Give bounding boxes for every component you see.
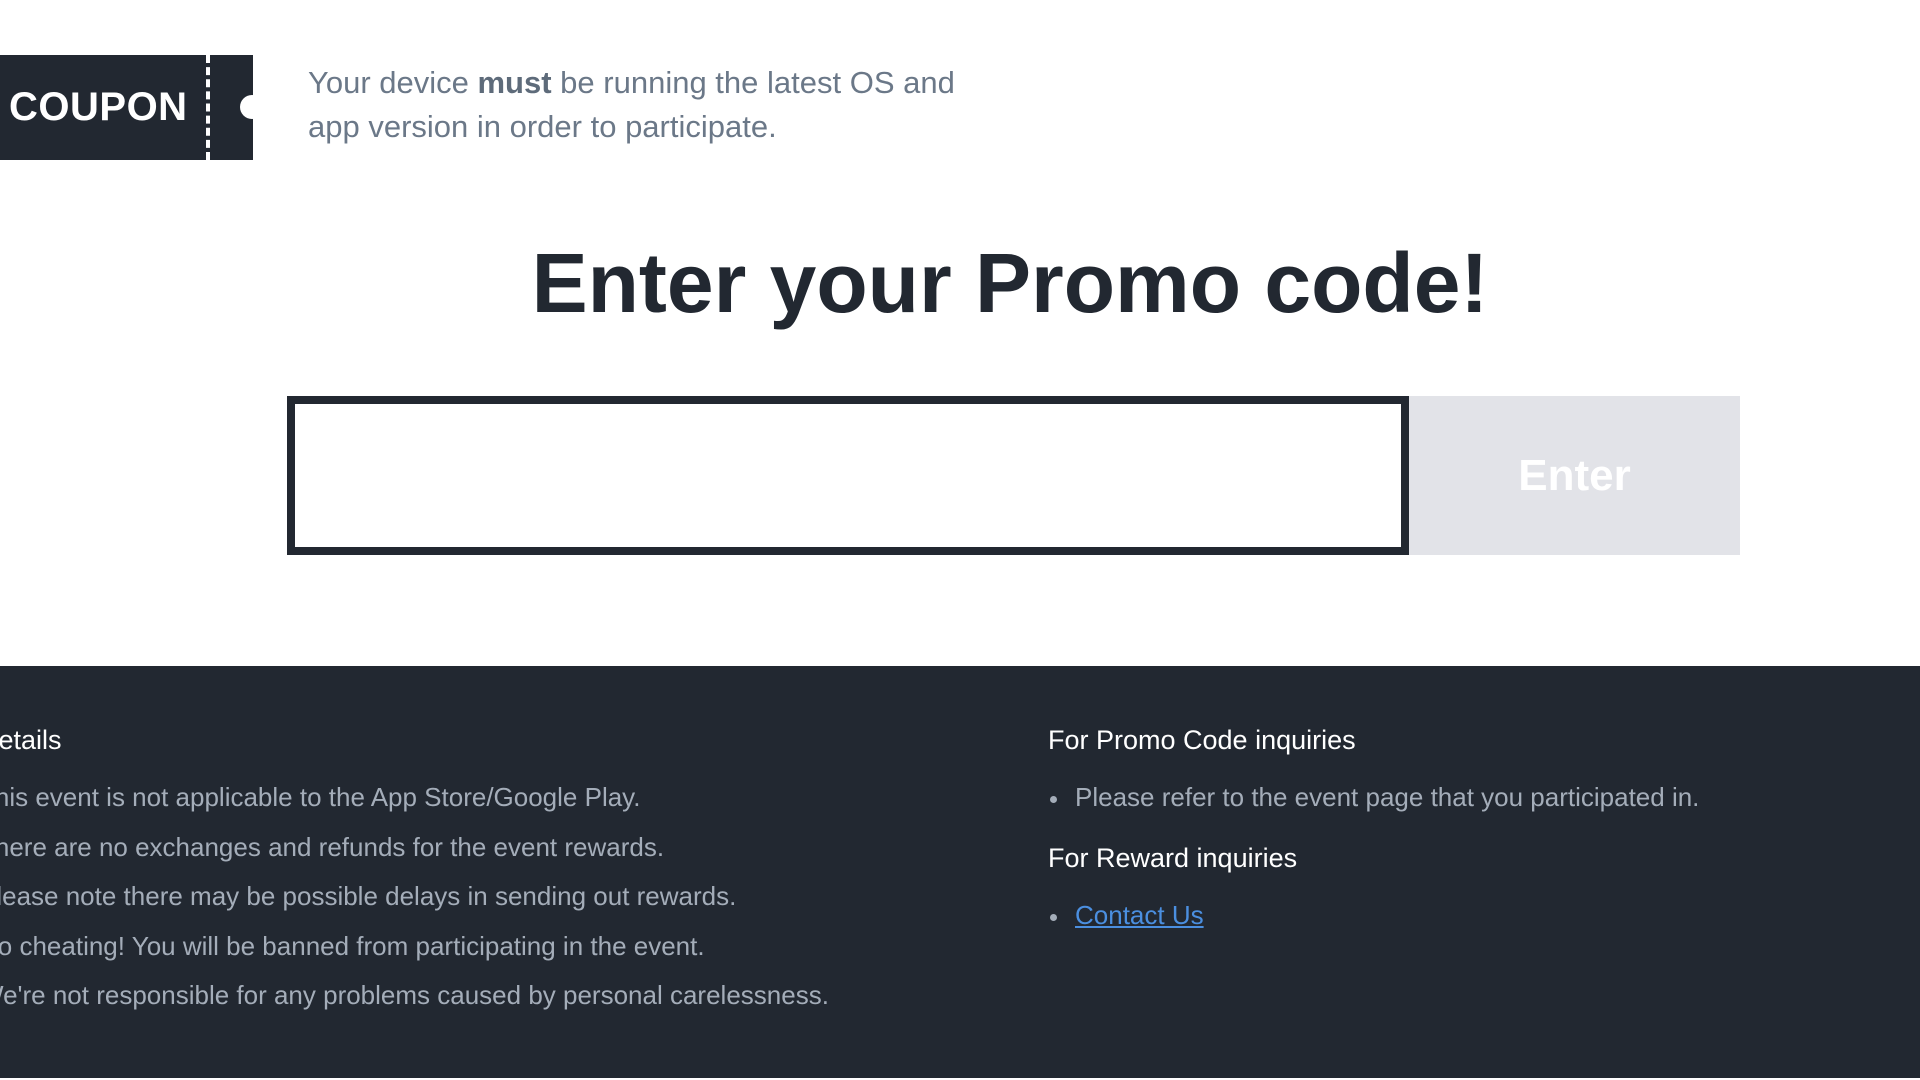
list-item: There are no exchanges and refunds for t… — [0, 831, 665, 862]
coupon-ticket-icon — [240, 95, 264, 119]
promo-inquiries-title: For Promo Code inquiries — [1048, 725, 1356, 755]
page-title: Enter your Promo code! — [531, 236, 1489, 330]
promo-code-input[interactable] — [287, 396, 1409, 555]
coupon-label: COUPON — [9, 85, 188, 129]
coupon-perforation — [206, 55, 210, 160]
footer: Details This event is not applicable to … — [0, 666, 1920, 1078]
notice-emphasis: must — [477, 65, 552, 100]
list-item: Contact Us — [1048, 891, 1908, 941]
list-item: Please refer to the event page that you … — [1048, 773, 1908, 823]
reward-inquiries-list: Contact Us — [1048, 891, 1908, 941]
contact-us-link[interactable]: Contact Us — [1075, 900, 1204, 930]
details-list: This event is not applicable to the App … — [0, 773, 959, 1021]
list-item: No cheating! You will be banned from par… — [0, 930, 705, 961]
details-section: Details This event is not applicable to … — [0, 723, 959, 1021]
promo-page: COUPON Your device must be running the l… — [0, 0, 1920, 1080]
notice-prefix: Your device — [308, 65, 478, 100]
list-item: We're not responsible for any problems c… — [0, 980, 829, 1010]
list-item: This event is not applicable to the App … — [0, 782, 641, 812]
promo-inquiries-list: Please refer to the event page that you … — [1048, 773, 1908, 823]
enter-button[interactable]: Enter — [1409, 396, 1740, 555]
inquiries-section: For Promo Code inquiries Please refer to… — [1048, 723, 1908, 940]
details-title: Details — [0, 725, 62, 755]
coupon-badge: COUPON — [0, 55, 264, 160]
list-item: Please note there may be possible delays… — [0, 881, 737, 911]
reward-inquiries-title: For Reward inquiries — [1048, 842, 1298, 873]
device-requirement-notice: Your device must be running the latest O… — [308, 61, 1008, 149]
